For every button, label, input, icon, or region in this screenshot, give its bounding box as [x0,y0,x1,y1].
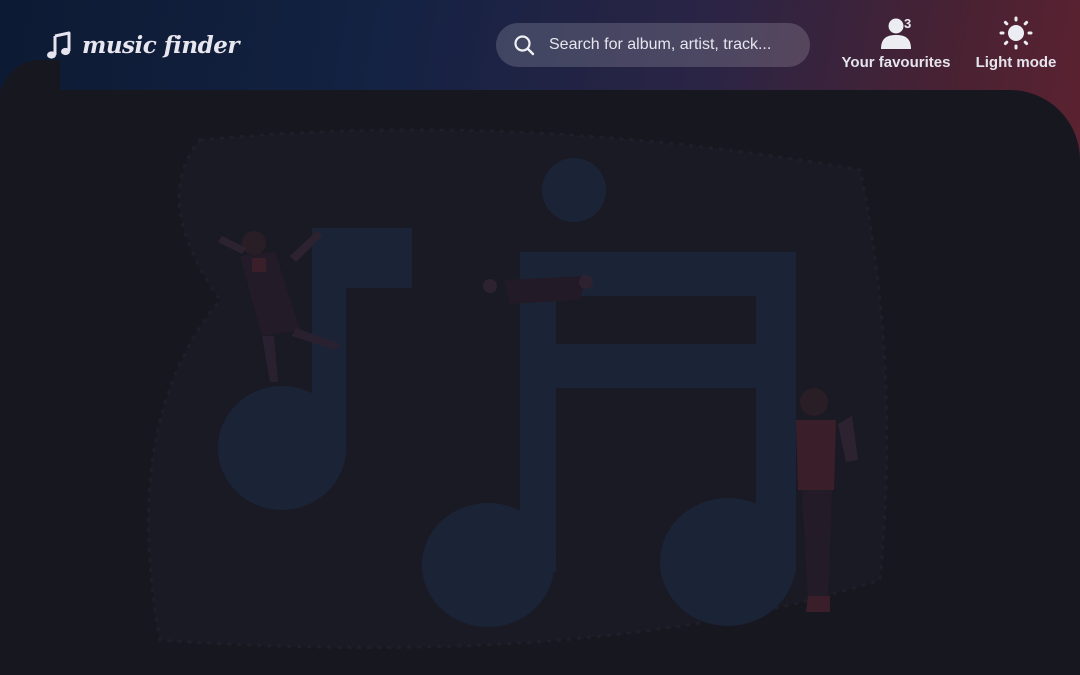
app-logo[interactable]: music finder [46,28,239,62]
music-note-icon [47,31,71,59]
favourites-count-badge: 3 [904,16,912,31]
light-mode-icon-wrap [996,16,1036,52]
main-content [0,90,1080,675]
favourites-icon-wrap: 3 [876,16,916,52]
sun-icon [999,16,1033,50]
light-mode-label: Light mode [975,54,1057,71]
search-bar[interactable] [496,23,810,67]
light-mode-button[interactable]: Light mode [970,16,1062,76]
favourites-button[interactable]: 3 Your favourites [840,16,952,76]
search-icon [514,35,535,56]
favourites-label: Your favourites [841,54,951,71]
music-notes-illustration [147,128,889,649]
search-input[interactable] [549,36,799,54]
app-name: music finder [82,31,239,59]
balloon [542,158,606,222]
